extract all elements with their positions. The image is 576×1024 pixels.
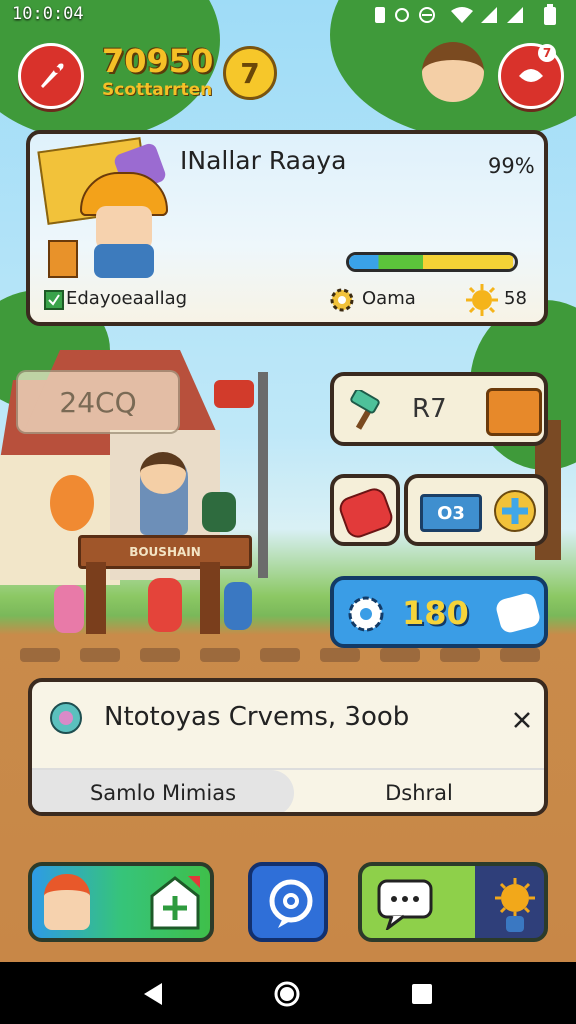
- coins-counter: 70950: [102, 42, 214, 80]
- sun-icon: [466, 284, 498, 316]
- builder-body: [94, 244, 154, 278]
- path-stone: [20, 648, 60, 662]
- coin-badge-value: 7: [240, 56, 260, 90]
- path-stone: [380, 648, 420, 662]
- ticket-label: O3: [437, 502, 465, 524]
- notification-count: 7: [542, 46, 552, 60]
- upgrade-house-icon: [150, 876, 200, 930]
- do-not-disturb-icon: [419, 7, 435, 23]
- android-nav-bar: [0, 962, 576, 1024]
- tools-panel[interactable]: R7: [330, 372, 548, 446]
- signal-icon: [481, 7, 497, 23]
- hammer-icon: [48, 240, 78, 278]
- villager-character: [50, 475, 94, 531]
- gem-crystal-icon: [494, 591, 542, 635]
- boxing-glove-icon: [336, 485, 396, 541]
- tab-dshral[interactable]: Dshral: [294, 770, 544, 812]
- villager-character: [202, 492, 236, 532]
- status-bar: 10:0:04: [0, 0, 576, 30]
- wifi-icon: [451, 7, 473, 23]
- stat-label: Edayoeaallag: [66, 288, 188, 309]
- villager-character: [54, 585, 84, 633]
- player-avatar[interactable]: [422, 42, 484, 102]
- shopkeeper-head: [140, 452, 186, 494]
- path-stone: [260, 648, 300, 662]
- stand-leg: [200, 562, 220, 634]
- market-stand-label: BOUSHAIN: [129, 545, 201, 559]
- path-stone: [320, 648, 360, 662]
- notification-count-badge: 7: [538, 44, 556, 62]
- street-lamp-post: [258, 372, 268, 578]
- scene-sign-board: 24CQ: [16, 370, 180, 434]
- alarm-icon: [395, 8, 409, 22]
- path-stone: [500, 648, 540, 662]
- builder-avatar-icon: [44, 874, 90, 930]
- villager-character: [224, 582, 252, 630]
- tab-samlo-mimias[interactable]: Samlo Mimias: [32, 770, 294, 812]
- recents-icon[interactable]: [410, 982, 434, 1006]
- bird-icon: [519, 69, 543, 82]
- briefcase-icon: [486, 388, 542, 436]
- checkbox-icon: [44, 290, 64, 310]
- gems-count: 180: [402, 594, 469, 632]
- signal-icon: [507, 7, 523, 23]
- ticket-icon: O3: [420, 494, 482, 532]
- tab-label: Dshral: [385, 781, 453, 805]
- boxing-panel[interactable]: [330, 474, 400, 546]
- vibrate-icon: [375, 7, 385, 23]
- progress-percent: 99%: [488, 154, 535, 178]
- lamp-lantern: [214, 380, 254, 408]
- coin-icon[interactable]: 7: [223, 46, 277, 100]
- chat-bubble-button[interactable]: [248, 862, 328, 942]
- gems-panel[interactable]: 180: [330, 576, 548, 648]
- scene-sign-value: 24CQ: [59, 385, 137, 419]
- home-icon[interactable]: [273, 980, 301, 1008]
- progress-bar: [346, 252, 518, 272]
- sun-character-icon: [495, 878, 535, 932]
- progress-bar-fill: [349, 255, 514, 269]
- notification-title: Ntotoyas Crvems, 3oob: [104, 702, 410, 732]
- gear-icon: [330, 288, 354, 312]
- villager-character: [148, 578, 182, 632]
- build-button[interactable]: [28, 862, 214, 942]
- chat-icon: [377, 879, 433, 930]
- coins-subtitle: Scottarrten: [102, 80, 213, 100]
- path-stone: [440, 648, 480, 662]
- rocket-icon: [41, 63, 64, 88]
- gear-gem-icon: [348, 596, 384, 632]
- stat-label: Oama: [362, 288, 416, 309]
- tool-count: R7: [412, 394, 447, 424]
- ticket-panel[interactable]: O3: [404, 474, 548, 546]
- path-stone: [200, 648, 240, 662]
- notification-card[interactable]: Ntotoyas Crvems, 3oob Samlo Mimias Dshra…: [28, 678, 548, 816]
- battery-icon: [544, 4, 556, 25]
- tab-label: Samlo Mimias: [89, 781, 237, 805]
- back-icon[interactable]: [140, 981, 166, 1007]
- path-stone: [140, 648, 180, 662]
- player-name: INallar Raaya: [180, 146, 347, 175]
- menu-rocket-button[interactable]: [18, 43, 84, 109]
- stand-leg: [86, 562, 106, 634]
- close-icon[interactable]: [512, 710, 532, 730]
- path-stone: [80, 648, 120, 662]
- plus-crystal-icon: [494, 490, 536, 532]
- stat-value: 58: [504, 288, 527, 309]
- status-time: 10:0:04: [12, 4, 84, 24]
- messages-button[interactable]: [358, 862, 548, 942]
- speech-icon: [269, 879, 313, 928]
- location-pin-icon: [50, 702, 82, 734]
- hammer-tool-icon: [350, 390, 380, 430]
